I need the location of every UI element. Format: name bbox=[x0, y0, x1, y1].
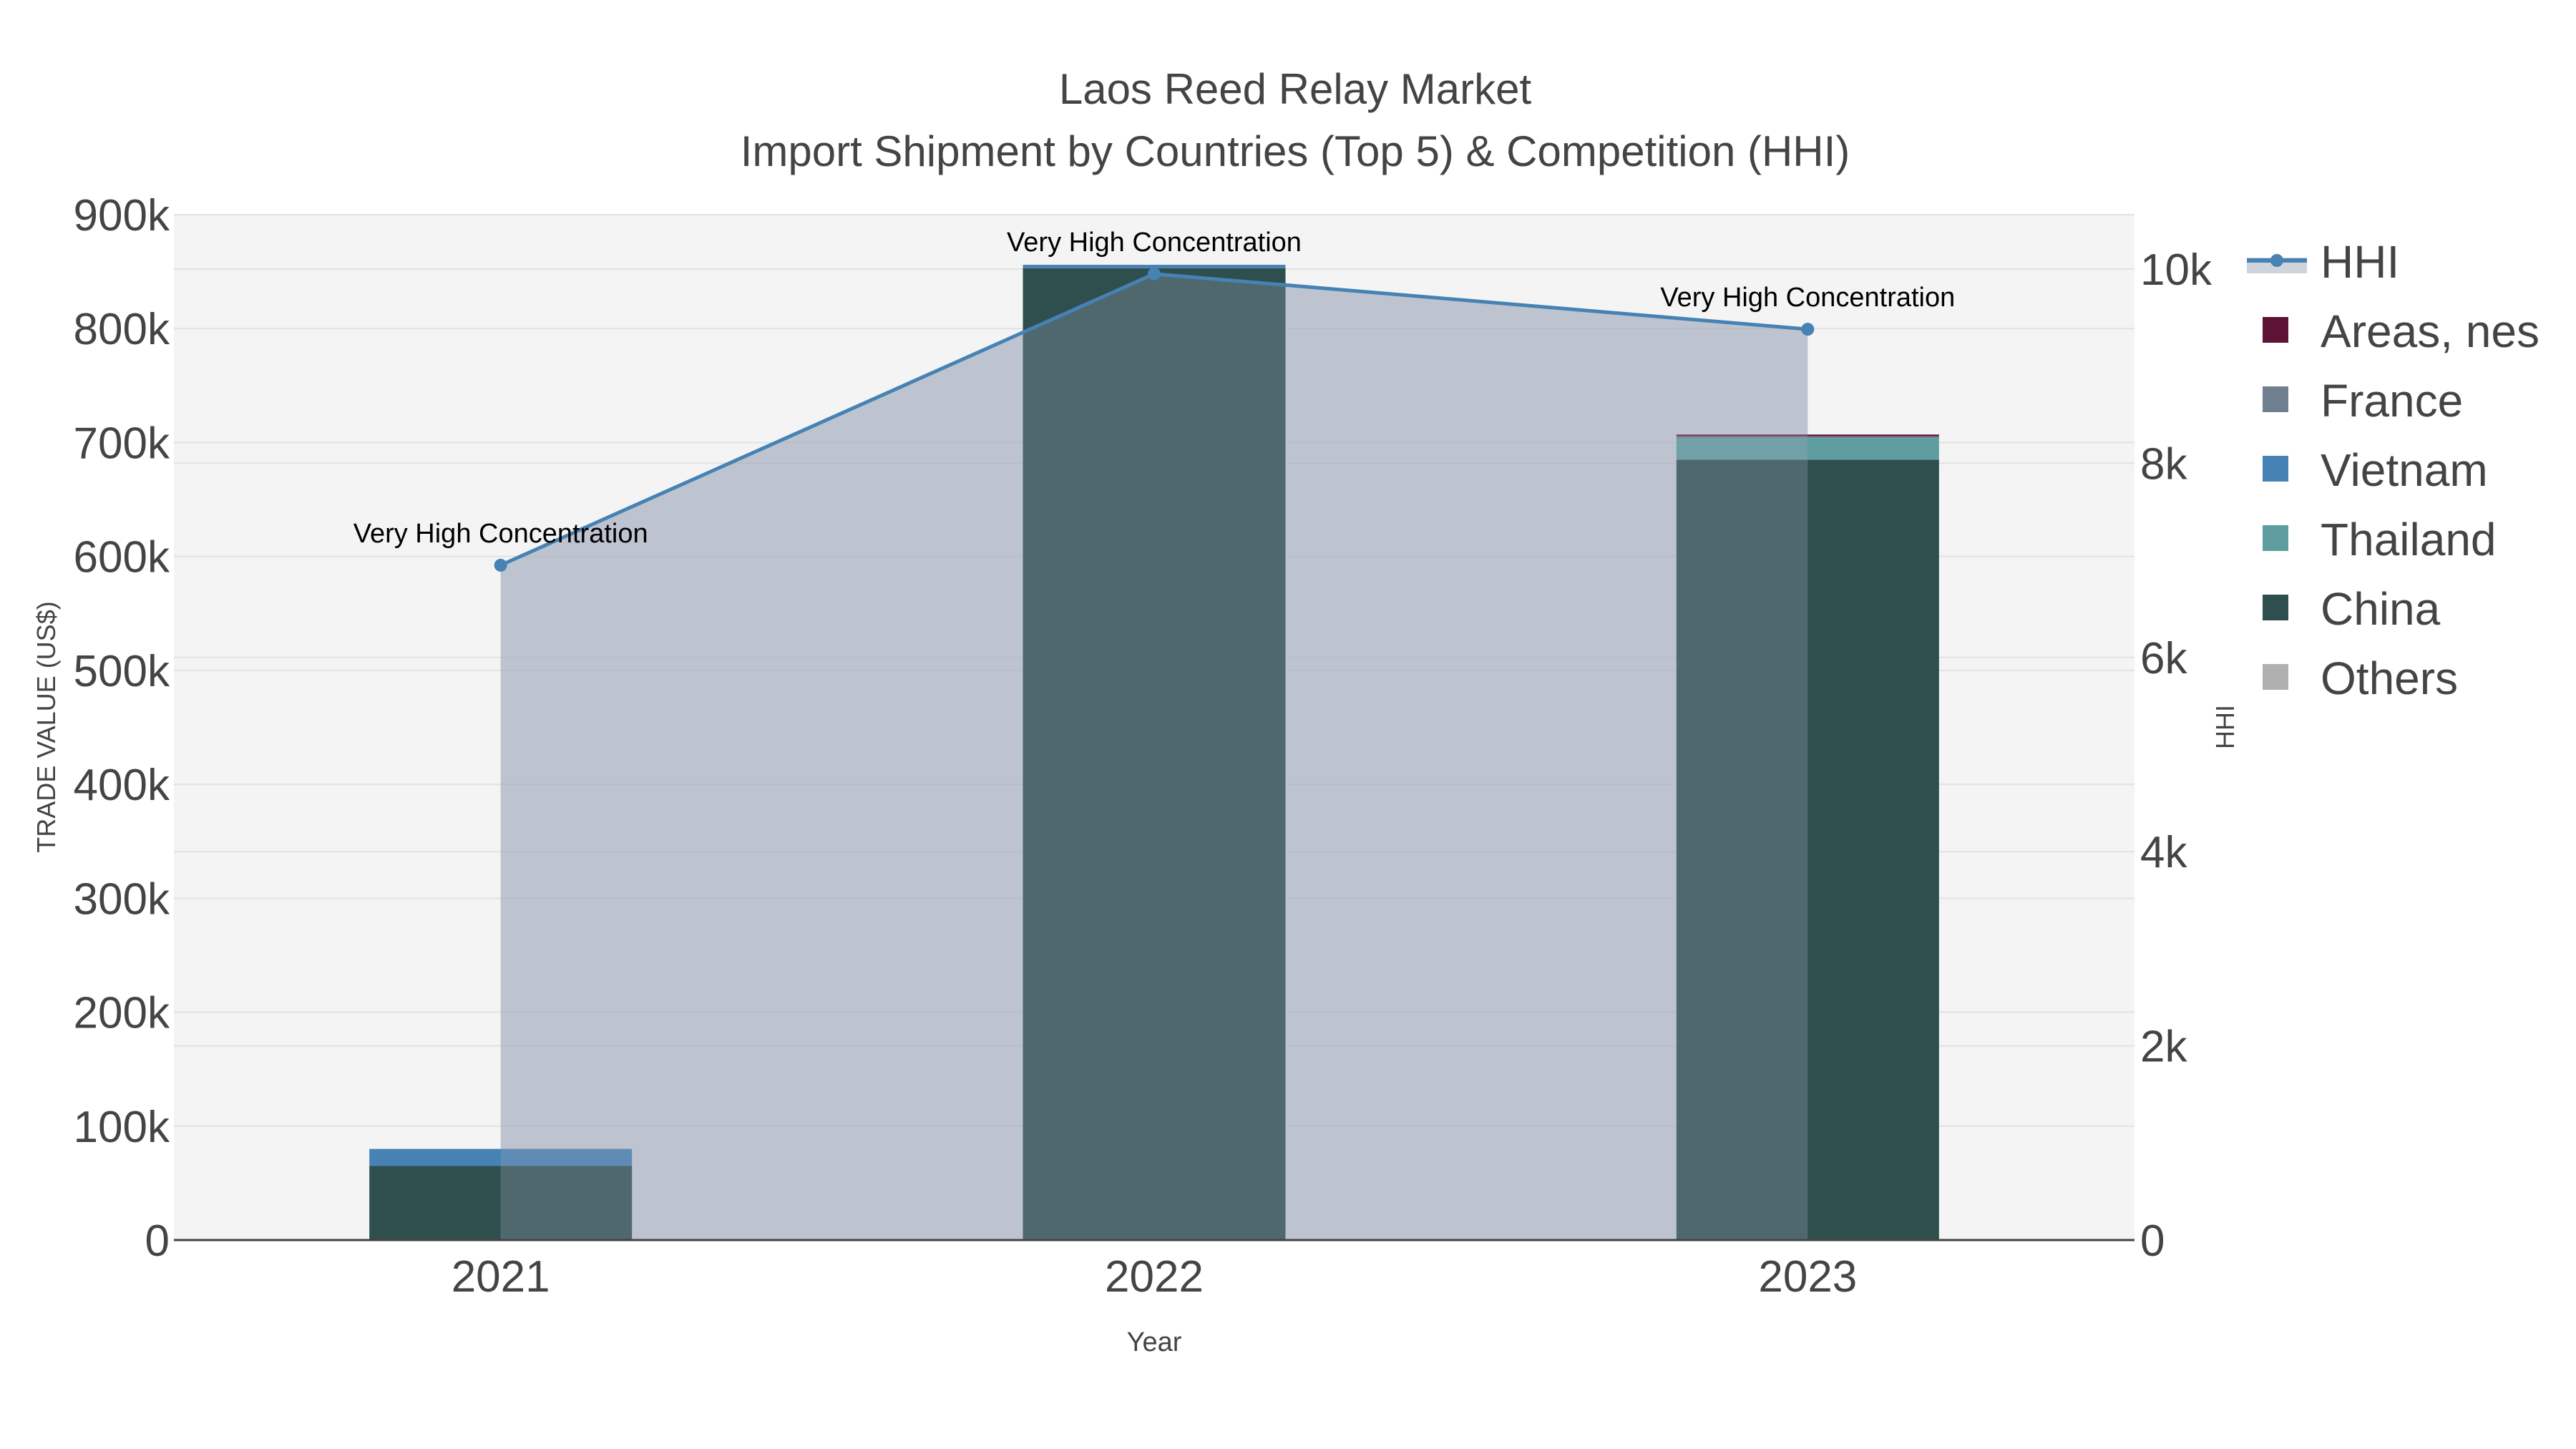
y-tick-label: 900k bbox=[74, 191, 170, 240]
hhi-annotation: Very High Concentration bbox=[1007, 228, 1302, 258]
chart-subtitle: Import Shipment by Countries (Top 5) & C… bbox=[741, 127, 1850, 175]
hhi-annotation: Very High Concentration bbox=[1660, 283, 1955, 313]
legend-swatch-vietnam bbox=[2263, 456, 2288, 482]
y-tick-label: 600k bbox=[74, 533, 170, 582]
y2-tick-label: 6k bbox=[2140, 634, 2187, 683]
y-tick-label: 700k bbox=[74, 419, 170, 468]
hhi-annotation: Very High Concentration bbox=[353, 519, 648, 549]
legend-label-china: China bbox=[2321, 583, 2441, 635]
legend-label-hhi: HHI bbox=[2321, 236, 2399, 288]
legend-swatch-china bbox=[2263, 595, 2288, 620]
y-tick-label: 300k bbox=[74, 874, 170, 924]
x-axis-title: Year bbox=[1127, 1327, 1182, 1357]
y2-tick-label: 4k bbox=[2140, 828, 2187, 877]
y-tick-label: 100k bbox=[74, 1103, 170, 1152]
y-tick-label: 400k bbox=[74, 761, 170, 810]
y2-tick-label: 10k bbox=[2140, 245, 2212, 295]
y-tick-label: 500k bbox=[74, 647, 170, 696]
legend-label-france: France bbox=[2321, 375, 2463, 426]
y2-tick-label: 0 bbox=[2140, 1216, 2165, 1266]
legend-swatch-thailand bbox=[2263, 525, 2288, 551]
y2-axis-title: HHI bbox=[2210, 705, 2240, 749]
y2-tick-label: 2k bbox=[2140, 1023, 2187, 1072]
legend-swatch-areas-nes bbox=[2263, 317, 2288, 343]
hhi-point bbox=[1801, 323, 1815, 336]
legend-hhi-marker bbox=[2270, 254, 2283, 267]
chart: Very High Concentration Very High Concent… bbox=[31, 65, 2540, 1357]
hhi-point bbox=[494, 558, 507, 572]
y-tick-label: 200k bbox=[74, 989, 170, 1038]
y-axis-title: TRADE VALUE (US$) bbox=[31, 601, 61, 852]
legend-label-thailand: Thailand bbox=[2321, 514, 2497, 565]
y-tick-label: 800k bbox=[74, 305, 170, 354]
x-tick-label: 2022 bbox=[1105, 1252, 1204, 1302]
chart-title: Laos Reed Relay Market bbox=[1059, 65, 1532, 113]
legend-label-others: Others bbox=[2321, 653, 2458, 704]
legend-label-vietnam: Vietnam bbox=[2321, 444, 2488, 496]
hhi-point bbox=[1148, 267, 1161, 280]
legend-label-areas-nes: Areas, nes bbox=[2321, 306, 2540, 357]
y-tick-label: 0 bbox=[145, 1216, 170, 1266]
legend-swatch-others bbox=[2263, 664, 2288, 690]
legend-swatch-france bbox=[2263, 386, 2288, 412]
y2-tick-label: 8k bbox=[2140, 439, 2187, 489]
x-tick-label: 2023 bbox=[1758, 1252, 1857, 1302]
x-tick-label: 2021 bbox=[452, 1252, 550, 1302]
